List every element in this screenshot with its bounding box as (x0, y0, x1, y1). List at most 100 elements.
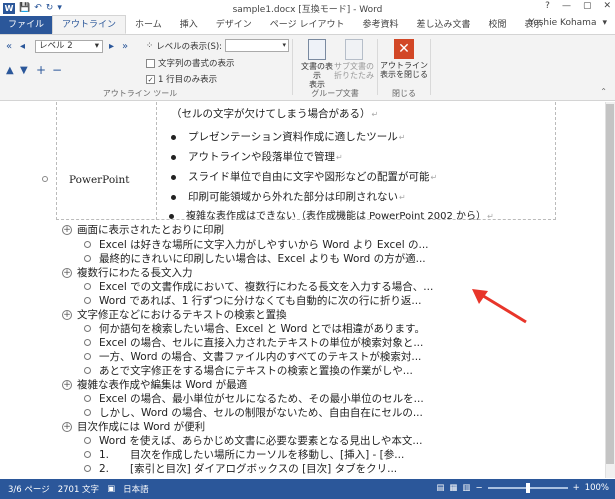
promote-icon[interactable]: ◂ (20, 41, 25, 52)
document-area[interactable]: PowerPoint （セルの文字が欠けてしまう場合がある）↵ プレゼンテーショ… (0, 102, 615, 478)
outline-heading[interactable]: + 画面に表示されたとおりに印刷 (62, 222, 224, 237)
table-cell: PowerPoint (57, 102, 157, 220)
close-outline-icon: ✕ (394, 39, 414, 59)
close-outline-label-line2: 表示を閉じる (380, 70, 428, 79)
outline-heading[interactable]: + 文字修正などにおけるテキストの検索と置換 (62, 307, 287, 322)
outline-heading[interactable]: + 複数行にわたる長文入力 (62, 265, 193, 280)
show-level-label: レベルの表示(S): (156, 41, 223, 52)
show-level-control: ⁘ レベルの表示(S): ▾ (146, 39, 290, 52)
close-button[interactable]: ✕ (603, 1, 611, 11)
zoom-in-button[interactable]: + (573, 483, 580, 493)
proofing-icon[interactable]: ▣ (107, 484, 115, 494)
collapse-subdocuments-icon (345, 39, 363, 60)
tab-home[interactable]: ホーム (126, 16, 171, 34)
outline-item[interactable]: Excel は好きな場所に文字入力がしやすいから Word より Excel の… (84, 237, 429, 252)
zoom-level[interactable]: 100% (585, 483, 609, 493)
text-format-checkbox-box[interactable] (146, 58, 155, 68)
bullet-icon (84, 241, 91, 248)
outline-level-select[interactable]: レベル 2 ▾ (35, 40, 103, 53)
minimize-button[interactable]: — (562, 1, 571, 11)
bullet-icon (84, 451, 91, 458)
expand-icon[interactable]: + (36, 63, 46, 77)
outline-item[interactable]: Word であれば、1 行ずつに分けなくても自動的に次の行に折り返... (84, 293, 421, 308)
zoom-slider[interactable] (487, 483, 568, 493)
window-title: sample1.docx [互換モード] - Word (232, 5, 383, 15)
expand-icon[interactable]: + (62, 224, 72, 235)
bullet-icon (84, 395, 91, 402)
collapse-ribbon-icon[interactable]: ⌃ (600, 87, 607, 96)
outline-item[interactable]: 最終的にきれいに印刷したい場合は、Excel よりも Word の方が適... (84, 251, 426, 266)
bullet-icon (84, 255, 91, 262)
vertical-scrollbar[interactable] (605, 102, 615, 478)
collapse-subdocuments-button[interactable]: サブ文書の 折りたたみ (334, 39, 374, 80)
print-layout-icon[interactable]: ▦ (449, 483, 457, 493)
tab-insert[interactable]: 挿入 (171, 16, 207, 34)
text-format-checkbox[interactable]: 文字列の書式の表示 (146, 57, 235, 69)
outline-item[interactable]: 1. 目次を作成したい場所にカーソルを移動し、[挿入] - [参... (84, 447, 404, 462)
tab-file[interactable]: ファイル (0, 16, 53, 34)
bullet-icon (84, 409, 91, 416)
zoom-control: ▤ ▦ ▥ − + 100% (436, 483, 609, 493)
zoom-out-button[interactable]: − (475, 483, 482, 493)
promote-to-heading1-icon[interactable]: « (6, 41, 12, 52)
show-level-select[interactable]: ▾ (225, 39, 290, 52)
first-line-label: 1 行目のみ表示 (158, 75, 218, 85)
outline-item[interactable]: Word を使えば、あらかじめ文書に必要な要素となる見出しや本文... (84, 433, 422, 448)
outline-item[interactable]: あとで文字修正をする場合にテキストの検索と置換の作業がしや... (84, 363, 413, 378)
zoom-slider-thumb[interactable] (525, 483, 530, 493)
bullet-icon (84, 353, 91, 360)
tab-references[interactable]: 参考資料 (353, 16, 407, 34)
table-line: プレゼンテーション資料作成に適したツール↵ (171, 129, 406, 144)
outline-item[interactable]: Excel での文書作成において、複数行にわたる長文を入力する場合、... (84, 279, 433, 294)
chevron-down-icon: ▾ (94, 41, 99, 51)
tab-outline[interactable]: アウトライン (52, 15, 127, 34)
web-layout-icon[interactable]: ▥ (462, 483, 470, 493)
first-line-checkbox[interactable]: ✓ 1 行目のみ表示 (146, 73, 217, 85)
first-line-checkbox-box[interactable]: ✓ (146, 74, 155, 84)
window-controls: ? — ▢ ✕ (545, 1, 611, 11)
tab-design[interactable]: デザイン (207, 16, 261, 34)
collapse-subdocuments-label: サブ文書の (334, 62, 374, 71)
outline-item[interactable]: Excel の場合、最小単位がセルになるため、その最小単位のセルを... (84, 391, 424, 406)
outline-item[interactable]: Excel の場合、セルに直接入力されたテキストの単位が検索対象と... (84, 335, 423, 350)
outline-heading[interactable]: + 複雑な表作成や編集は Word が最適 (62, 377, 247, 392)
help-button[interactable]: ? (545, 1, 550, 11)
table-outline-marker (42, 176, 48, 182)
collapse-icon[interactable]: − (52, 63, 62, 77)
move-down-icon[interactable]: ▼ (20, 65, 28, 76)
user-account[interactable]: Yoshie Kohama ▾ (529, 18, 607, 28)
language[interactable]: 日本語 (123, 483, 149, 495)
show-document-label: 文書の表示 (301, 62, 333, 80)
ribbon-divider (292, 39, 293, 95)
outline-item[interactable]: 何か語句を検索したい場合、Excel と Word とでは相違があります。 (84, 321, 425, 336)
table-line: 印刷可能領域から外れた部分は印刷されない↵ (171, 189, 406, 204)
outline-heading[interactable]: + 目次作成には Word が便利 (62, 419, 205, 434)
show-document-button[interactable]: 文書の表示 表示 (300, 39, 334, 89)
scrollbar-thumb[interactable] (606, 104, 614, 464)
outline-item[interactable]: 2. [索引と目次] ダイアログボックスの [目次] タブをクリ... (84, 461, 397, 476)
tab-review[interactable]: 校閲 (480, 16, 516, 34)
expand-icon[interactable]: + (62, 267, 72, 278)
expand-icon[interactable]: + (62, 309, 72, 320)
user-name: Yoshie Kohama (528, 18, 597, 28)
bullet-icon (84, 465, 91, 472)
maximize-button[interactable]: ▢ (583, 1, 592, 11)
document-table: PowerPoint （セルの文字が欠けてしまう場合がある）↵ プレゼンテーショ… (56, 102, 556, 222)
close-outline-view-button[interactable]: ✕ アウトライン 表示を閉じる (379, 39, 429, 79)
expand-icon[interactable]: + (62, 421, 72, 432)
ribbon: « ◂ レベル 2 ▾ ▸ » ▲ ▼ + − ⁘ レベルの表示(S): ▾ 文… (0, 35, 615, 101)
close-group: ✕ アウトライン 表示を閉じる 閉じる (379, 35, 429, 101)
tab-page-layout[interactable]: ページ レイアウト (261, 16, 354, 34)
word-count[interactable]: 2701 文字 (58, 483, 99, 495)
read-mode-icon[interactable]: ▤ (436, 483, 444, 493)
demote-icon[interactable]: ▸ (109, 41, 114, 52)
demote-to-body-icon[interactable]: » (122, 41, 128, 52)
outline-item[interactable]: 一方、Word の場合、文書ファイル内のすべてのテキストが検索対... (84, 349, 421, 364)
outline-level-value: レベル 2 (39, 41, 73, 51)
outline-item[interactable]: しかし、Word の場合、セルの制限がないため、自由自在にセルの... (84, 405, 423, 420)
expand-icon[interactable]: + (62, 379, 72, 390)
move-up-icon[interactable]: ▲ (6, 65, 14, 76)
page-count[interactable]: 3/6 ページ (8, 483, 50, 495)
collapse-subdocuments-label-line2: 折りたたみ (334, 71, 374, 80)
tab-mailings[interactable]: 差し込み文書 (408, 16, 480, 34)
